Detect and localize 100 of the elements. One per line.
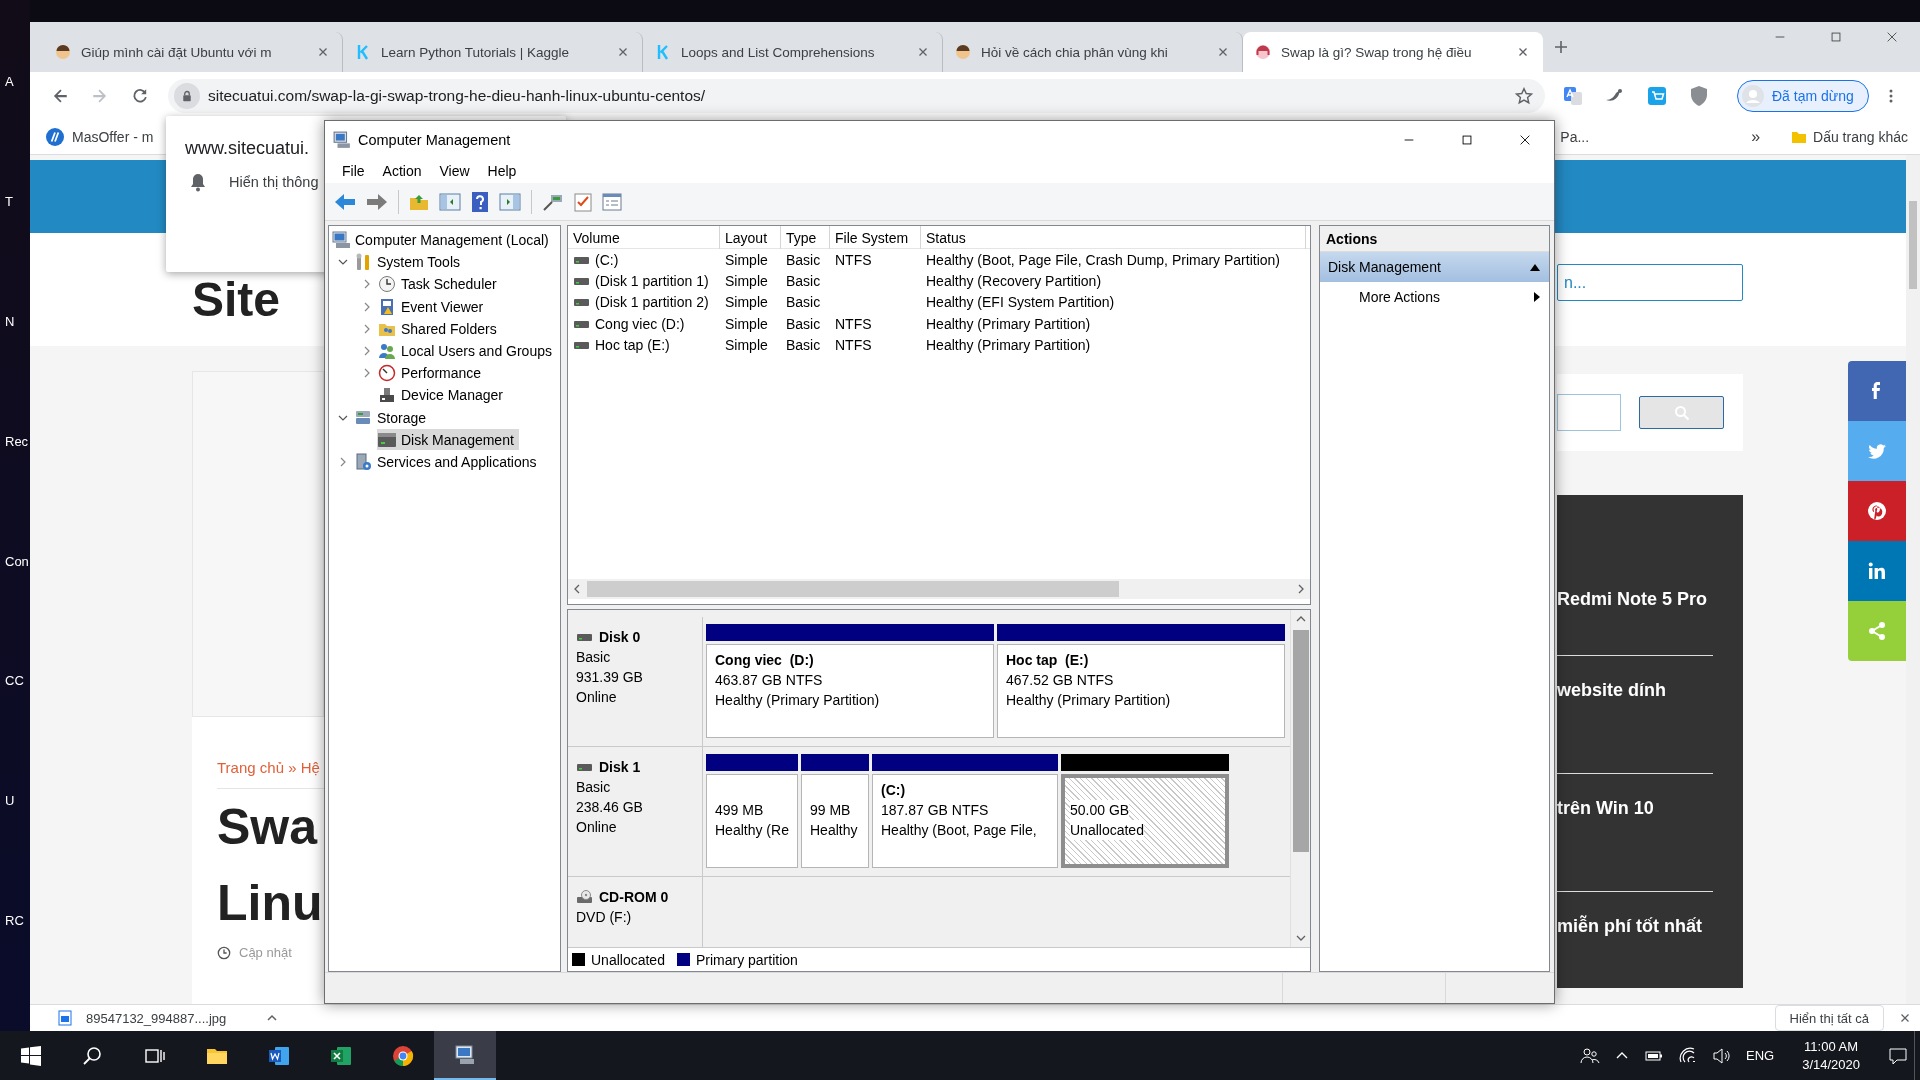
action-section-header[interactable]: Disk Management [1320, 252, 1549, 282]
partition-block[interactable]: 499 MB Healthy (Re [706, 774, 798, 868]
chevron-left-icon[interactable] [572, 584, 582, 594]
post-link[interactable]: website dính [1557, 680, 1666, 700]
chevron-down-icon[interactable] [1295, 933, 1306, 943]
partition-block[interactable]: 50.00 GB Unallocated [1061, 774, 1229, 868]
vertical-scrollbar[interactable] [1290, 610, 1310, 947]
bookmark-folder[interactable]: Dấu trang khác [1791, 129, 1920, 145]
star-icon[interactable] [1515, 87, 1533, 105]
share-button[interactable] [1848, 421, 1906, 481]
tree-item[interactable]: Disk Management [377, 429, 519, 451]
chevron-right-icon[interactable] [362, 279, 372, 290]
people-icon[interactable] [1580, 1045, 1600, 1066]
search-button[interactable] [1639, 396, 1724, 429]
pane-icon[interactable] [439, 191, 461, 212]
post-link[interactable]: Redmi Note 5 Pro [1557, 589, 1708, 609]
desktop-icon-label[interactable]: A [5, 74, 14, 89]
reload-icon[interactable] [131, 87, 149, 105]
back-icon[interactable] [334, 191, 356, 212]
storage-icon [354, 408, 372, 427]
checklist-icon[interactable] [574, 191, 592, 212]
menu-item[interactable]: Action [373, 160, 431, 182]
partition-block[interactable]: 99 MB Healthy [801, 774, 869, 868]
share-button[interactable] [1848, 481, 1906, 541]
profile-button[interactable]: Đã tạm dừng [1737, 80, 1869, 112]
desktop-icon-label[interactable]: U [5, 793, 15, 809]
column-header[interactable]: Volume [568, 226, 720, 249]
site-title[interactable]: Site [192, 273, 281, 326]
search-field[interactable] [1557, 394, 1621, 431]
search-field[interactable]: n... [1557, 264, 1743, 301]
action-item[interactable]: More Actions [1320, 282, 1549, 312]
column-header[interactable]: Type [781, 226, 830, 249]
language-indicator[interactable]: ENG [1746, 1048, 1775, 1063]
desktop-icon-label[interactable]: N [5, 313, 15, 329]
clock-time[interactable]: 11:00 AM [1804, 1037, 1859, 1056]
tree-item[interactable]: Local Users and Groups [377, 340, 557, 362]
triangle-up-icon[interactable] [1529, 262, 1541, 272]
desktop-icon-label[interactable]: RC [5, 913, 24, 929]
plus-icon[interactable] [1553, 39, 1569, 55]
forward-icon[interactable] [366, 191, 388, 212]
help-icon[interactable] [471, 190, 489, 213]
menu-item[interactable]: File [333, 160, 374, 182]
chevron-up-icon[interactable] [1295, 614, 1306, 624]
avatar-icon [1742, 85, 1764, 107]
tree-item[interactable]: Storage [353, 407, 432, 429]
scrollbar-thumb[interactable] [1909, 201, 1917, 289]
share-button[interactable] [1848, 541, 1906, 601]
table-cell-text: Healthy (Boot, Page File, Crash Dump, Primary Partition) [925, 251, 1281, 268]
partition-block[interactable]: (C:) 187.87 GB NTFS Healthy (Boot, Page File, [872, 774, 1058, 868]
horizontal-scrollbar[interactable] [568, 579, 1310, 599]
chevron-right-icon[interactable] [362, 301, 372, 312]
tree-item[interactable]: Computer Management (Local) [331, 229, 554, 251]
tab[interactable]: Swap là gì? Swap trong hệ điều [1243, 32, 1543, 72]
column-header[interactable]: Status [921, 226, 1306, 249]
tree-item[interactable]: System Tools [353, 251, 465, 273]
tree-item[interactable]: Device Manager [377, 384, 508, 406]
properties-icon[interactable] [602, 192, 622, 211]
tree-item[interactable]: Shared Folders [377, 318, 502, 340]
show-all-button[interactable]: Hiển thị tất cả [1774, 1005, 1884, 1031]
chevron-right-icon[interactable] [362, 323, 372, 334]
desktop-icon-label[interactable]: T [5, 193, 13, 209]
back-icon[interactable] [51, 87, 69, 105]
tree-item[interactable]: Event Viewer [377, 296, 489, 318]
scrollbar-thumb[interactable] [587, 581, 1119, 597]
scrollbar-thumb[interactable] [1292, 630, 1309, 852]
desktop-icon-label[interactable]: Rec [5, 433, 29, 449]
chevron-right-icon[interactable] [362, 346, 372, 357]
bookmark[interactable]: MasOffer - m [46, 128, 154, 146]
notification-icon[interactable] [1888, 1045, 1908, 1066]
share-button[interactable] [1848, 361, 1906, 421]
tree-item[interactable]: Task Scheduler [377, 273, 502, 295]
pane-icon[interactable] [499, 191, 521, 212]
partition-block[interactable]: Hoc tap (E:) 467.52 GB NTFS Healthy (Primary Partition) [997, 644, 1285, 738]
tree-item[interactable]: Services and Applications [353, 451, 542, 473]
chevron-right-icon[interactable] [362, 368, 372, 379]
close-icon[interactable] [1518, 133, 1532, 147]
more-bookmarks-button[interactable]: » [1751, 128, 1761, 146]
desktop-icon-label[interactable]: CC [5, 673, 24, 689]
desktop-icon-label[interactable]: Con [5, 553, 29, 569]
column-header[interactable]: File System [830, 226, 921, 249]
url-text[interactable]: sitecuatui.com/swap-la-gi-swap-trong-he-dieu-hanh-linux-ubuntu-centos/ [208, 87, 1507, 105]
bookmark[interactable]: Pa... [1560, 129, 1590, 145]
chevron-right-icon[interactable] [1296, 584, 1306, 594]
download-file-name[interactable]: 89547132_994887....jpg [86, 1010, 227, 1026]
tree-item[interactable]: Performance [377, 362, 487, 384]
address-bar[interactable]: sitecuatui.com/swap-la-gi-swap-trong-he-dieu-hanh-linux-ubuntu-centos/ [168, 79, 1545, 113]
chevron-right-icon[interactable] [338, 456, 348, 467]
volume-icon[interactable] [1712, 1045, 1732, 1066]
menu-item[interactable]: View [430, 160, 479, 182]
page-scrollbar[interactable] [1906, 155, 1920, 1004]
column-header[interactable]: Layout [720, 226, 781, 249]
menu-item[interactable]: Help [478, 160, 526, 182]
lock-button[interactable] [174, 83, 200, 109]
partition-status: Healthy (Primary Partition) [1006, 691, 1172, 710]
post-link[interactable]: miễn phí tốt nhất [1557, 916, 1702, 936]
maximize-icon[interactable] [1829, 30, 1843, 44]
post-link[interactable]: trên Win 10 [1557, 798, 1654, 818]
clock-date[interactable]: 3/14/2020 [1802, 1055, 1860, 1074]
maximize-icon[interactable] [1460, 133, 1474, 147]
partition-block[interactable]: Cong viec (D:) 463.87 GB NTFS Healthy (Primary Partition) [706, 644, 994, 738]
